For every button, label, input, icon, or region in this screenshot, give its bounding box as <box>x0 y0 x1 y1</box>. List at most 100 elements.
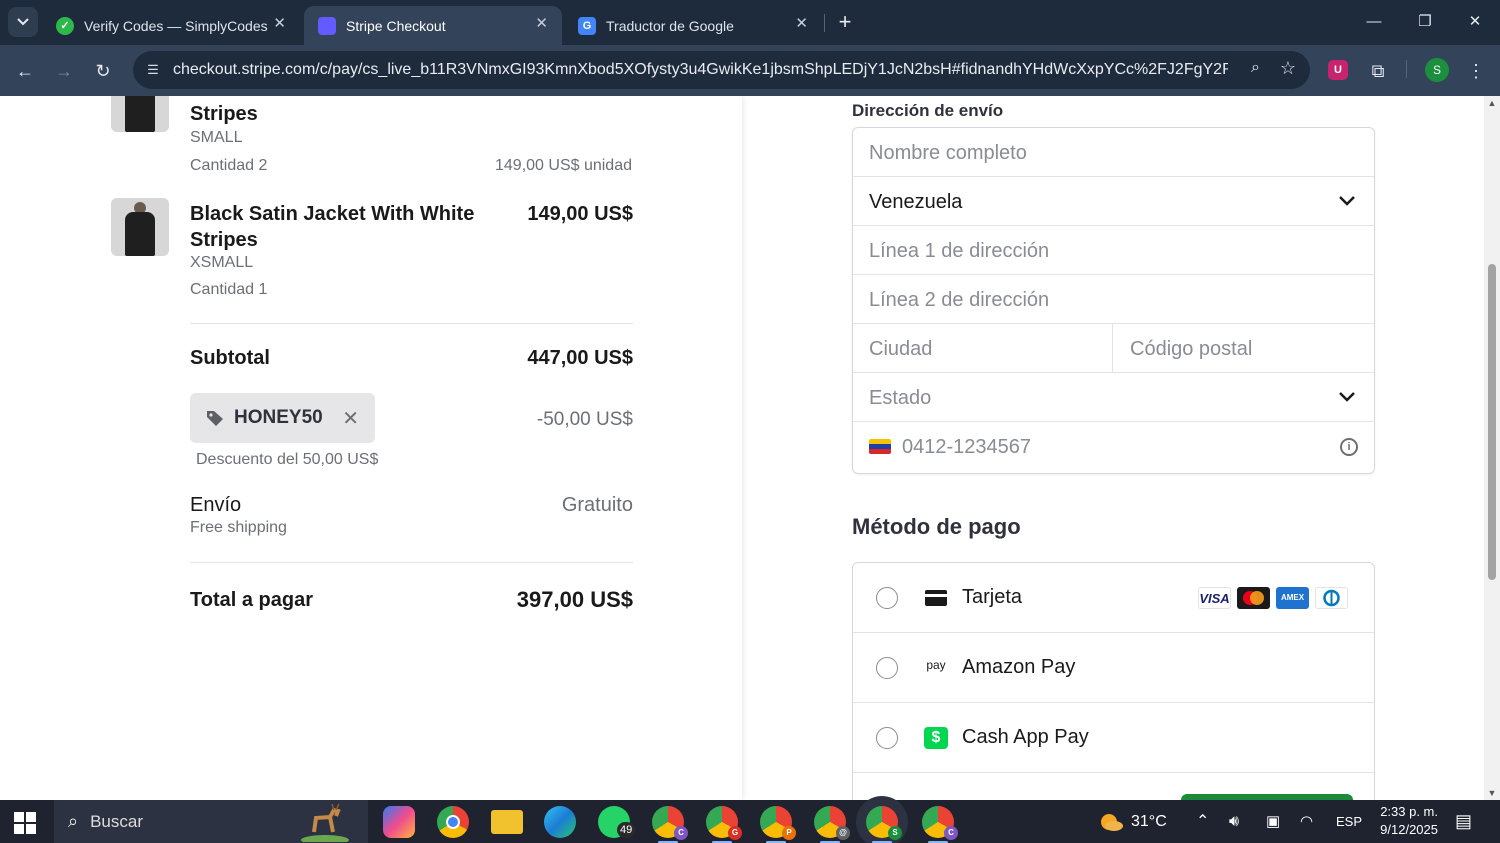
weather-temperature[interactable]: 31°C <box>1131 800 1167 843</box>
divider <box>190 562 633 563</box>
full-name-placeholder: Nombre completo <box>869 142 1027 164</box>
chevron-down-icon <box>1339 196 1355 206</box>
payment-option-amazon-pay[interactable]: pay Amazon Pay <box>853 633 1374 703</box>
item-name: Stripes <box>190 103 258 125</box>
radio-button[interactable] <box>876 727 898 749</box>
copilot-icon[interactable] <box>383 806 415 838</box>
chrome-profile-icon[interactable]: C <box>922 806 958 843</box>
minimize-button[interactable]: — <box>1359 8 1389 36</box>
notifications-icon[interactable]: ▤ <box>1455 800 1472 843</box>
edge-icon[interactable] <box>544 806 576 838</box>
display-icon[interactable]: ▣ <box>1266 800 1280 843</box>
weather-icon[interactable] <box>1098 800 1124 843</box>
address-line1-field[interactable]: Línea 1 de dirección <box>853 226 1374 275</box>
search-placeholder: Buscar <box>90 811 144 831</box>
back-button[interactable]: ← <box>11 57 39 85</box>
tab-separator <box>824 14 825 32</box>
chrome-profile-icon[interactable]: C <box>652 806 688 843</box>
tab-simplycodes[interactable]: ✓ Verify Codes — SimplyCodes ✕ <box>42 6 300 45</box>
show-hidden-icons-chevron-icon[interactable]: ⌃ <box>1196 800 1209 843</box>
tab-title: Stripe Checkout <box>346 17 446 34</box>
extensions-puzzle-icon[interactable]: ⧉ <box>1364 57 1392 85</box>
item-name: Black Satin Jacket With White <box>190 203 475 225</box>
reload-button[interactable]: ↻ <box>89 57 117 85</box>
scroll-up-arrow-icon[interactable]: ▲ <box>1487 98 1497 108</box>
amex-icon: AMEX <box>1276 587 1309 609</box>
chrome-profile-icon[interactable]: @ <box>814 806 850 843</box>
simplycodes-icon: ✓ <box>56 16 74 35</box>
close-icon[interactable]: ✕ <box>795 14 808 32</box>
tab-title: Verify Codes — SimplyCodes <box>84 17 268 34</box>
item-unit-price: 149,00 US$ unidad <box>495 157 632 174</box>
visa-icon: VISA <box>1198 587 1231 609</box>
system-clock[interactable]: 2:33 p. m. 9/12/2025 <box>1368 803 1438 839</box>
zoom-icon[interactable]: ⌕ <box>1251 59 1260 77</box>
product-image <box>111 198 169 256</box>
field-divider <box>1112 324 1113 373</box>
shipping-method: Free shipping <box>190 519 287 536</box>
address-line1-placeholder: Línea 1 de dirección <box>869 240 1050 262</box>
mastercard-icon <box>1237 587 1270 609</box>
payment-option-label: Amazon Pay <box>962 656 1076 678</box>
radio-button[interactable] <box>876 657 898 679</box>
file-explorer-icon[interactable] <box>491 810 523 834</box>
venezuela-flag-icon[interactable] <box>869 439 891 454</box>
radio-button[interactable] <box>876 587 898 609</box>
wifi-icon[interactable]: ◠ <box>1300 800 1313 843</box>
payment-method-title: Método de pago <box>852 514 1021 539</box>
close-icon[interactable]: ✕ <box>535 14 548 32</box>
deer-illustration-icon <box>301 803 349 842</box>
volume-icon[interactable]: 🔊︎ <box>1229 800 1239 843</box>
google-translate-icon: G <box>578 16 596 35</box>
remove-promo-icon[interactable]: ✕ <box>342 406 359 431</box>
language-indicator[interactable]: ESP <box>1336 800 1362 843</box>
chrome-icon[interactable] <box>437 806 469 838</box>
close-icon[interactable]: ✕ <box>273 14 286 32</box>
info-icon[interactable]: i <box>1340 438 1358 456</box>
address-line2-field[interactable]: Línea 2 de dirección <box>853 275 1374 324</box>
tab-search-button[interactable] <box>8 7 38 37</box>
close-window-button[interactable]: ✕ <box>1460 8 1490 36</box>
new-tab-button[interactable]: + <box>832 9 858 35</box>
site-info-icon[interactable]: ☰ <box>143 60 163 80</box>
city-field[interactable]: Ciudad <box>869 338 932 361</box>
bookmark-star-icon[interactable]: ☆ <box>1280 58 1296 79</box>
scrollbar-thumb[interactable] <box>1488 264 1496 580</box>
address-line2-placeholder: Línea 2 de dirección <box>869 289 1050 311</box>
chrome-profile-icon[interactable]: G <box>706 806 742 843</box>
divider <box>190 323 633 324</box>
chrome-profile-icon[interactable]: S <box>866 806 902 843</box>
discount-value: -50,00 US$ <box>536 409 633 430</box>
phone-field[interactable]: 0412-1234567 i <box>853 422 1374 471</box>
postal-code-field[interactable]: Código postal <box>1130 338 1252 361</box>
address-bar[interactable]: ☰ checkout.stripe.com/c/pay/cs_live_b11R… <box>133 51 1310 89</box>
scroll-down-arrow-icon[interactable]: ▼ <box>1487 788 1497 798</box>
stripe-icon <box>318 16 336 35</box>
payment-option-cash-app-pay[interactable]: $ Cash App Pay <box>853 703 1374 773</box>
url-text[interactable]: checkout.stripe.com/c/pay/cs_live_b11R3V… <box>173 61 1228 79</box>
item-size: SMALL <box>190 129 243 146</box>
windows-taskbar: ⌕ Buscar C G P @ S C 31°C ⌃ 🔊︎ ▣ ◠ ESP 2… <box>0 800 1500 843</box>
full-name-field[interactable]: Nombre completo <box>853 128 1374 177</box>
windows-start-icon[interactable] <box>14 812 36 834</box>
clock-time: 2:33 p. m. <box>1380 804 1438 819</box>
menu-kebab-icon[interactable]: ⋮ <box>1462 57 1490 85</box>
chrome-profile-icon[interactable]: P <box>760 806 796 843</box>
payment-option-card[interactable]: Tarjeta VISA AMEX <box>853 563 1374 633</box>
chevron-down-icon <box>17 18 29 26</box>
state-select[interactable]: Estado <box>853 373 1374 422</box>
state-placeholder: Estado <box>869 387 932 409</box>
toolbar-separator <box>1406 60 1407 78</box>
shipping-value: Gratuito <box>561 494 633 516</box>
payment-option-label: Cash App Pay <box>962 726 1089 748</box>
checkout-page: Stripes SMALL Cantidad 2 149,00 US$ unid… <box>0 96 1484 800</box>
profile-avatar[interactable]: S <box>1425 58 1449 82</box>
page-scrollbar[interactable]: ▲ ▼ <box>1484 96 1500 800</box>
tab-google-translate[interactable]: G Traductor de Google ✕ <box>564 6 822 45</box>
tab-stripe-checkout[interactable]: Stripe Checkout ✕ <box>304 6 562 45</box>
country-select[interactable]: Venezuela <box>853 177 1374 226</box>
item-name-line2: Stripes <box>190 229 258 251</box>
extension-shield-icon[interactable]: U <box>1328 60 1348 80</box>
restore-button[interactable]: ❐ <box>1410 8 1440 36</box>
forward-button[interactable]: → <box>50 57 78 85</box>
